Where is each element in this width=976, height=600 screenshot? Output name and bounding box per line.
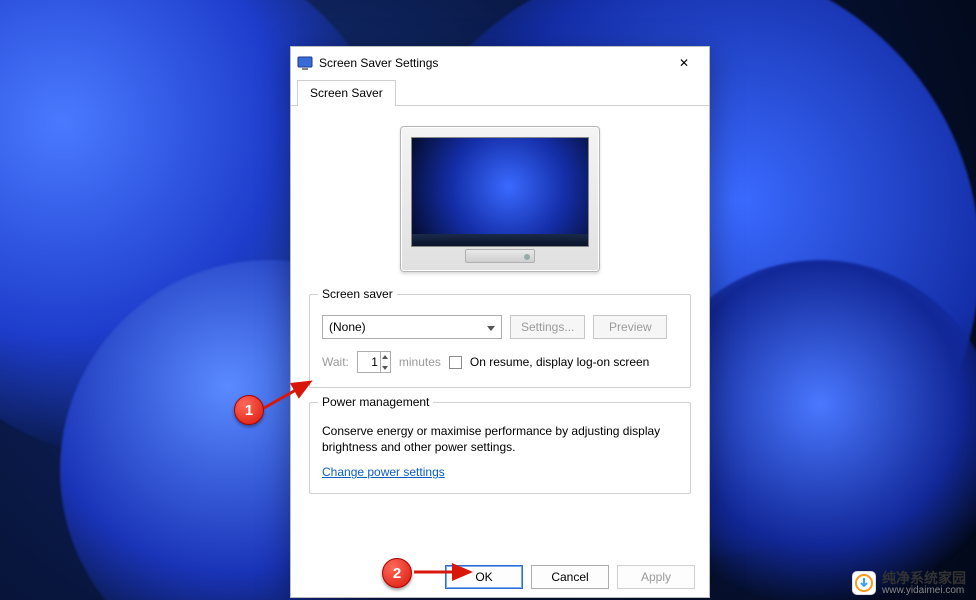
chevron-down-icon xyxy=(487,320,495,334)
titlebar[interactable]: Screen Saver Settings xyxy=(291,47,709,79)
minutes-label: minutes xyxy=(399,355,441,369)
watermark: 纯净系统家园 www.yidaimei.com xyxy=(852,571,966,596)
window-title: Screen Saver Settings xyxy=(319,56,665,70)
screensaver-group: Screen saver (None) Settings... Preview … xyxy=(309,294,691,388)
tab-row: Screen Saver xyxy=(291,79,709,106)
annotation-arrow-2 xyxy=(412,562,478,583)
resume-checkbox[interactable] xyxy=(449,356,462,369)
wait-minutes-input[interactable] xyxy=(358,355,380,369)
annotation-arrow-1 xyxy=(260,378,320,421)
tab-content: Screen saver (None) Settings... Preview … xyxy=(291,106,709,504)
power-group-label: Power management xyxy=(318,395,433,409)
preview-button[interactable]: Preview xyxy=(593,315,667,339)
close-button[interactable] xyxy=(665,49,703,77)
wait-label: Wait: xyxy=(322,355,349,369)
screensaver-selected-value: (None) xyxy=(329,320,366,334)
watermark-name: 纯净系统家园 xyxy=(882,571,966,586)
cancel-button[interactable]: Cancel xyxy=(531,565,609,589)
wait-minutes-stepper[interactable] xyxy=(357,351,391,373)
settings-button[interactable]: Settings... xyxy=(510,315,585,339)
apply-button[interactable]: Apply xyxy=(617,565,695,589)
dialog-footer: OK Cancel Apply xyxy=(291,557,709,597)
tab-screen-saver[interactable]: Screen Saver xyxy=(297,80,396,106)
close-icon xyxy=(679,56,689,70)
change-power-settings-link[interactable]: Change power settings xyxy=(322,465,445,479)
monitor-base xyxy=(465,249,535,263)
preview-monitor xyxy=(309,126,691,272)
watermark-url: www.yidaimei.com xyxy=(882,586,966,597)
screensaver-icon xyxy=(297,55,313,71)
annotation-badge-2: 2 xyxy=(382,558,412,588)
preview-screen xyxy=(411,137,589,247)
desktop-background: Screen Saver Settings Screen Saver Scree… xyxy=(0,0,976,600)
power-description: Conserve energy or maximise performance … xyxy=(322,423,678,455)
watermark-logo-icon xyxy=(852,571,876,595)
spin-up-icon[interactable] xyxy=(380,351,390,362)
screen-saver-settings-dialog: Screen Saver Settings Screen Saver Scree… xyxy=(290,46,710,598)
screensaver-dropdown[interactable]: (None) xyxy=(322,315,502,339)
screensaver-group-label: Screen saver xyxy=(318,287,397,301)
power-management-group: Power management Conserve energy or maxi… xyxy=(309,402,691,494)
spin-down-icon[interactable] xyxy=(380,362,390,373)
resume-checkbox-label: On resume, display log-on screen xyxy=(470,355,649,369)
